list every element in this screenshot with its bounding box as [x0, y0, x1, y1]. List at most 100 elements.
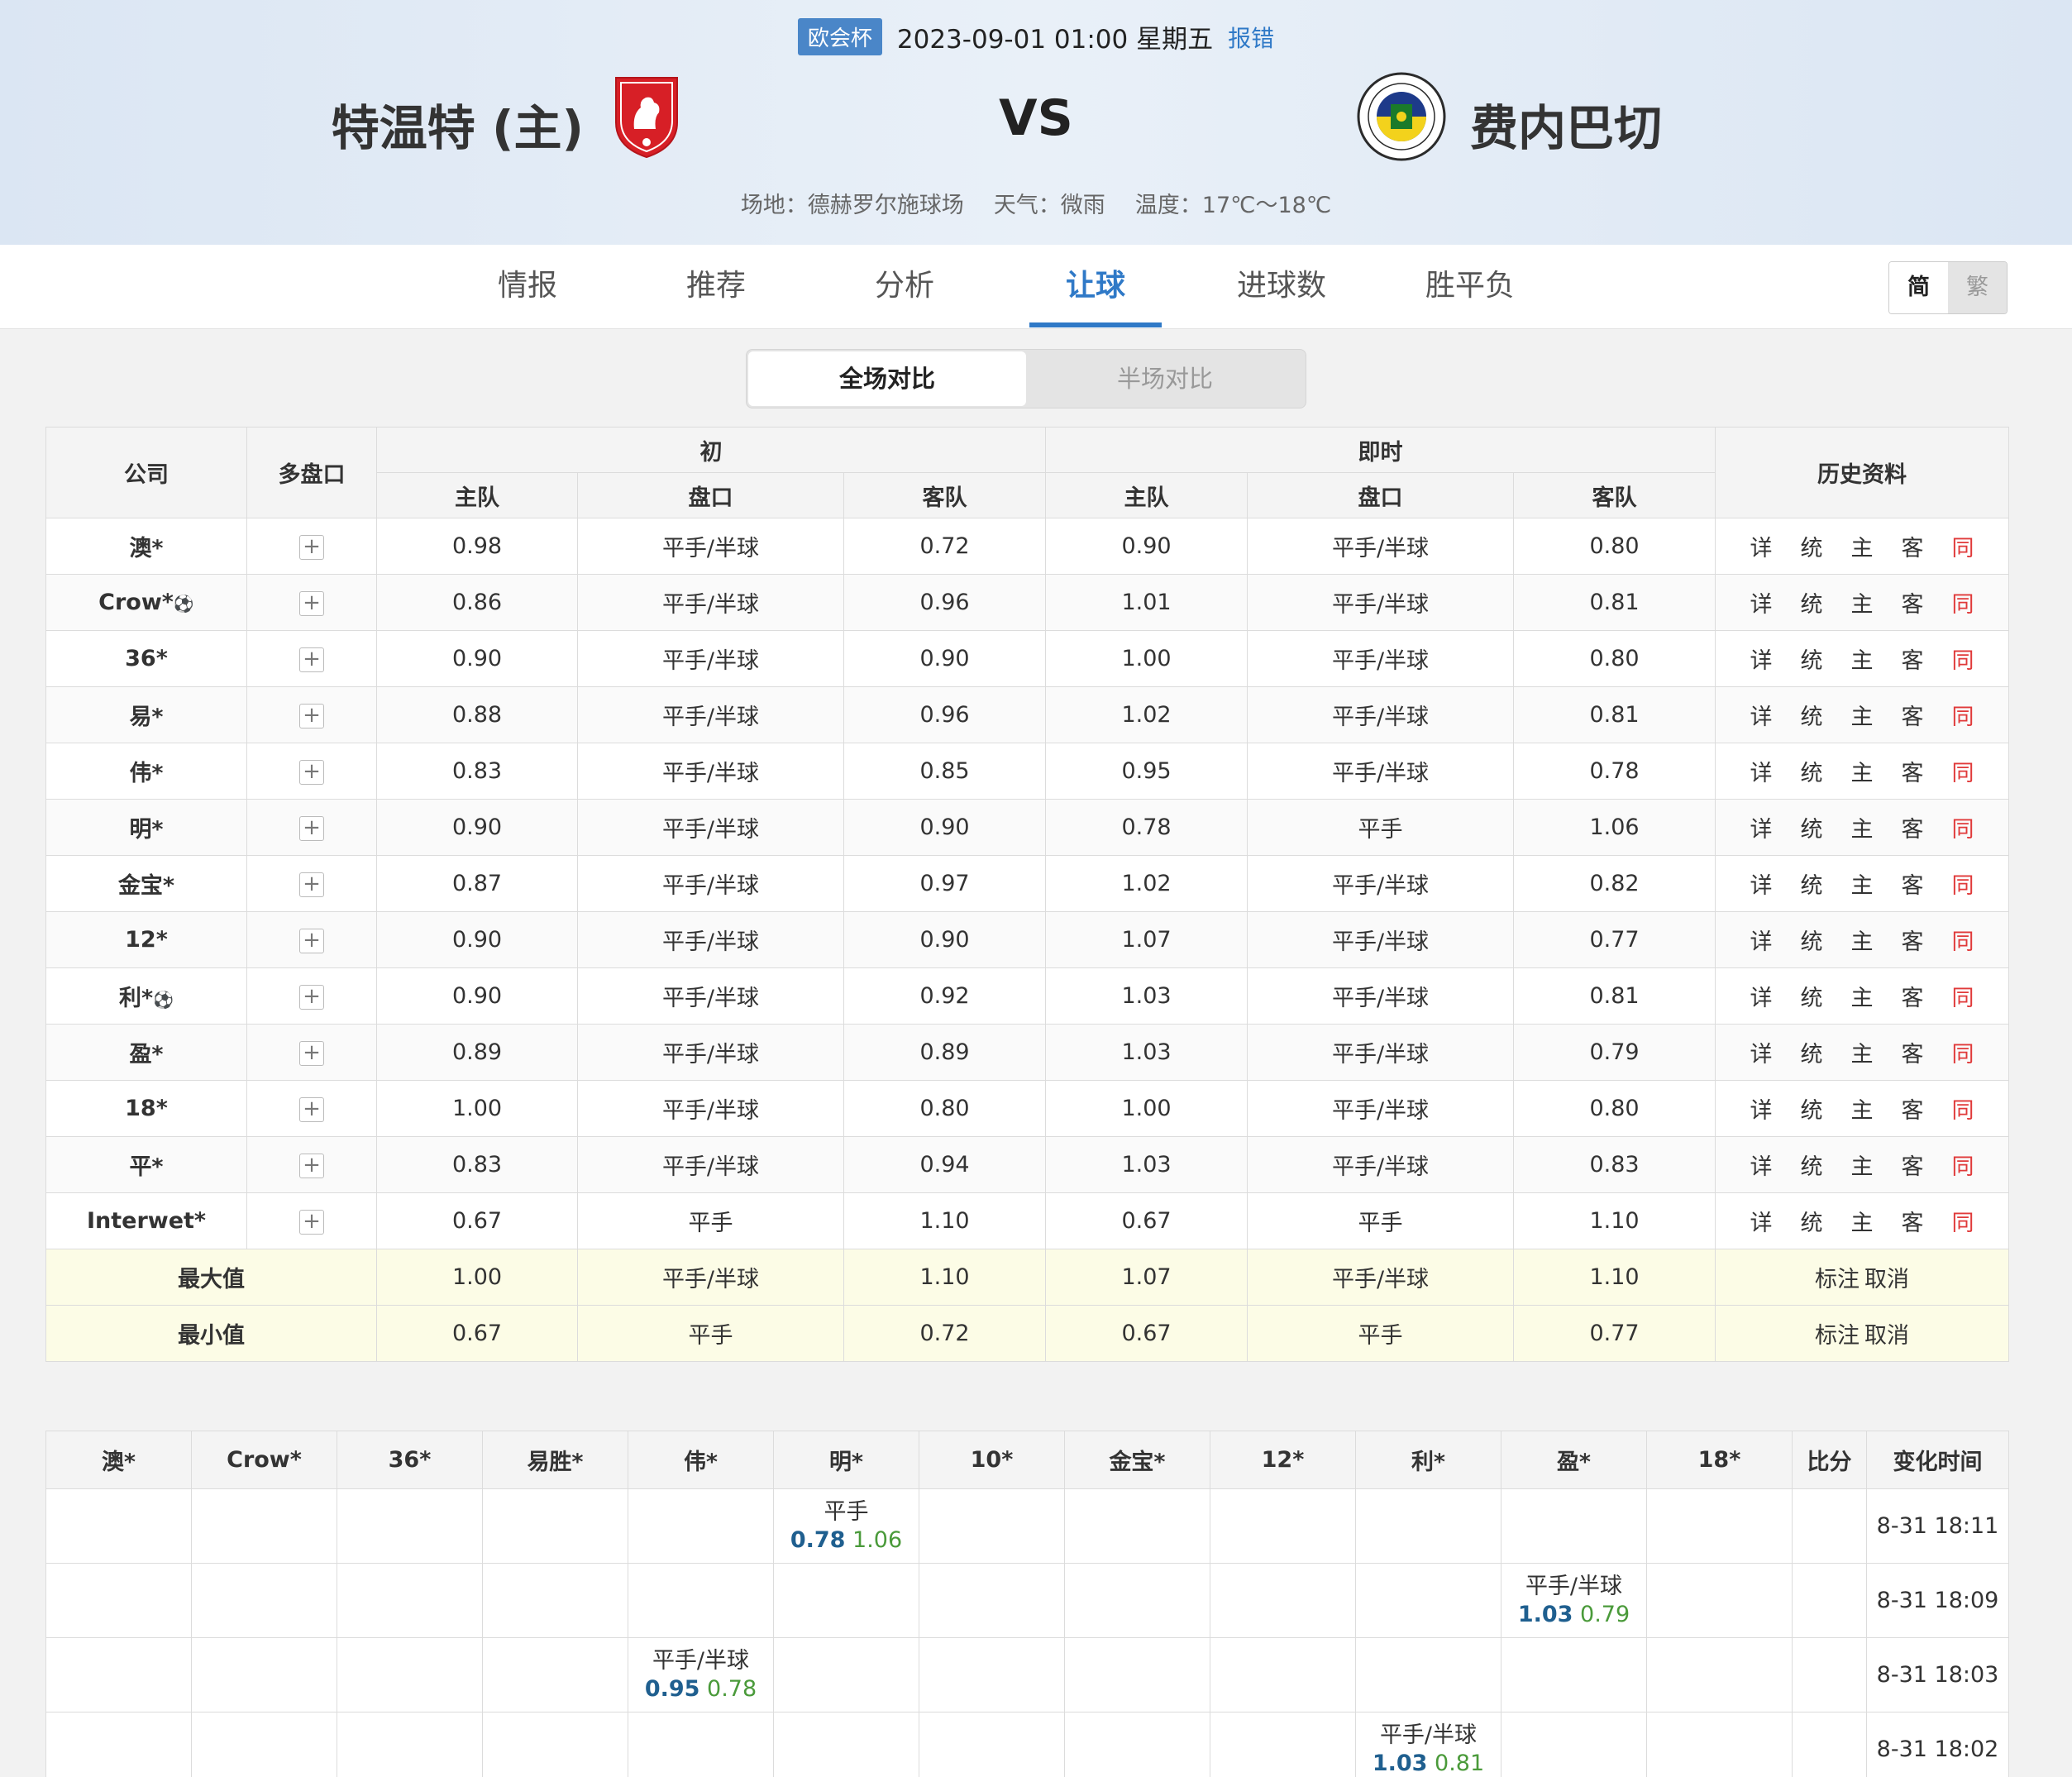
detail-link[interactable]: 详 [1750, 1036, 1773, 1068]
tab-handicap[interactable]: 让球 [1029, 245, 1162, 327]
company-name[interactable]: 金宝* [45, 855, 247, 912]
away-link[interactable]: 客 [1902, 699, 1924, 731]
company-name[interactable]: 18* [45, 1080, 247, 1137]
report-error-link[interactable]: 报错 [1228, 21, 1274, 54]
company-name[interactable]: 明* [45, 799, 247, 856]
company-name[interactable]: 利*⚽ [45, 967, 247, 1025]
tab-goals[interactable]: 进球数 [1215, 245, 1348, 327]
stats-link[interactable]: 统 [1801, 980, 1823, 1012]
detail-link[interactable]: 详 [1750, 924, 1773, 956]
expand-plus-icon[interactable]: + [299, 815, 324, 841]
same-link[interactable]: 同 [1952, 867, 1974, 900]
expand-plus-icon[interactable]: + [299, 1040, 324, 1066]
tab-recommend[interactable]: 推荐 [650, 245, 782, 327]
stats-link[interactable]: 统 [1801, 586, 1823, 619]
tab-1x2[interactable]: 胜平负 [1404, 245, 1536, 327]
stats-link[interactable]: 统 [1801, 530, 1823, 562]
home-link[interactable]: 主 [1851, 586, 1874, 619]
away-link[interactable]: 客 [1902, 1205, 1924, 1237]
same-link[interactable]: 同 [1952, 699, 1974, 731]
home-link[interactable]: 主 [1851, 867, 1874, 900]
mark-button[interactable]: 标注 [1815, 1267, 1860, 1292]
half-match-button[interactable]: 半场对比 [1026, 351, 1304, 406]
company-name[interactable]: 澳* [45, 518, 247, 575]
expand-plus-icon[interactable]: + [299, 872, 324, 897]
home-link[interactable]: 主 [1851, 811, 1874, 843]
same-link[interactable]: 同 [1952, 530, 1974, 562]
company-name[interactable]: Interwet* [45, 1192, 247, 1249]
home-link[interactable]: 主 [1851, 755, 1874, 787]
stats-link[interactable]: 统 [1801, 699, 1823, 731]
away-link[interactable]: 客 [1902, 867, 1924, 900]
away-link[interactable]: 客 [1902, 755, 1924, 787]
stats-link[interactable]: 统 [1801, 811, 1823, 843]
tab-analysis[interactable]: 分析 [838, 245, 971, 327]
stats-link[interactable]: 统 [1801, 1149, 1823, 1181]
away-link[interactable]: 客 [1902, 1092, 1924, 1125]
company-name[interactable]: Crow*⚽ [45, 574, 247, 631]
league-badge[interactable]: 欧会杯 [797, 18, 882, 55]
expand-plus-icon[interactable]: + [299, 759, 324, 785]
company-name[interactable]: 伟* [45, 743, 247, 800]
stats-link[interactable]: 统 [1801, 642, 1823, 675]
same-link[interactable]: 同 [1952, 1092, 1974, 1125]
same-link[interactable]: 同 [1952, 1036, 1974, 1068]
away-team-name[interactable]: 费内巴切 [1470, 89, 1662, 159]
home-link[interactable]: 主 [1851, 1149, 1874, 1181]
cancel-mark-button[interactable]: 取消 [1864, 1267, 1909, 1292]
expand-plus-icon[interactable]: + [299, 647, 324, 672]
home-link[interactable]: 主 [1851, 980, 1874, 1012]
detail-link[interactable]: 详 [1750, 699, 1773, 731]
same-link[interactable]: 同 [1952, 980, 1974, 1012]
expand-plus-icon[interactable]: + [299, 1096, 324, 1122]
same-link[interactable]: 同 [1952, 586, 1974, 619]
company-name[interactable]: 12* [45, 911, 247, 968]
expand-plus-icon[interactable]: + [299, 703, 324, 728]
detail-link[interactable]: 详 [1750, 1205, 1773, 1237]
expand-plus-icon[interactable]: + [299, 1153, 324, 1178]
detail-link[interactable]: 详 [1750, 867, 1773, 900]
expand-plus-icon[interactable]: + [299, 534, 324, 560]
away-link[interactable]: 客 [1902, 642, 1924, 675]
home-link[interactable]: 主 [1851, 530, 1874, 562]
same-link[interactable]: 同 [1952, 642, 1974, 675]
stats-link[interactable]: 统 [1801, 755, 1823, 787]
expand-plus-icon[interactable]: + [299, 984, 324, 1010]
expand-plus-icon[interactable]: + [299, 928, 324, 953]
away-link[interactable]: 客 [1902, 1036, 1924, 1068]
away-link[interactable]: 客 [1902, 586, 1924, 619]
detail-link[interactable]: 详 [1750, 586, 1773, 619]
simplified-chinese-button[interactable]: 简 [1889, 262, 1948, 313]
away-team-logo-icon[interactable] [1356, 71, 1447, 162]
home-link[interactable]: 主 [1851, 924, 1874, 956]
full-match-button[interactable]: 全场对比 [748, 351, 1026, 406]
cancel-mark-button[interactable]: 取消 [1864, 1323, 1909, 1349]
same-link[interactable]: 同 [1952, 1205, 1974, 1237]
traditional-chinese-button[interactable]: 繁 [1948, 262, 2007, 313]
stats-link[interactable]: 统 [1801, 1036, 1823, 1068]
detail-link[interactable]: 详 [1750, 755, 1773, 787]
away-link[interactable]: 客 [1902, 924, 1924, 956]
same-link[interactable]: 同 [1952, 924, 1974, 956]
home-link[interactable]: 主 [1851, 1092, 1874, 1125]
detail-link[interactable]: 详 [1750, 1092, 1773, 1125]
company-name[interactable]: 易* [45, 686, 247, 743]
same-link[interactable]: 同 [1952, 811, 1974, 843]
home-link[interactable]: 主 [1851, 642, 1874, 675]
away-link[interactable]: 客 [1902, 530, 1924, 562]
detail-link[interactable]: 详 [1750, 530, 1773, 562]
tab-intel[interactable]: 情报 [461, 245, 594, 327]
mark-button[interactable]: 标注 [1815, 1323, 1860, 1349]
detail-link[interactable]: 详 [1750, 980, 1773, 1012]
home-link[interactable]: 主 [1851, 1036, 1874, 1068]
stats-link[interactable]: 统 [1801, 867, 1823, 900]
stats-link[interactable]: 统 [1801, 924, 1823, 956]
company-name[interactable]: 平* [45, 1136, 247, 1193]
home-link[interactable]: 主 [1851, 699, 1874, 731]
stats-link[interactable]: 统 [1801, 1092, 1823, 1125]
home-link[interactable]: 主 [1851, 1205, 1874, 1237]
expand-plus-icon[interactable]: + [299, 1209, 324, 1235]
expand-plus-icon[interactable]: + [299, 590, 324, 616]
detail-link[interactable]: 详 [1750, 1149, 1773, 1181]
same-link[interactable]: 同 [1952, 1149, 1974, 1181]
